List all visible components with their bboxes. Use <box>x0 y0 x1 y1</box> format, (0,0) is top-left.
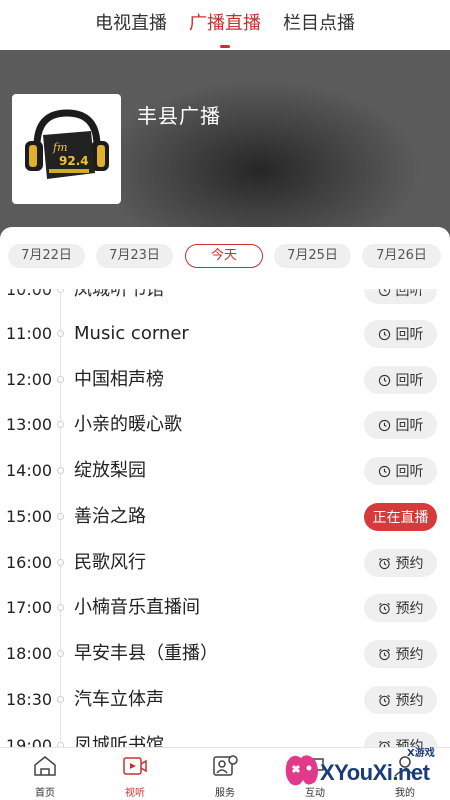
svg-text:92.4: 92.4 <box>59 154 89 168</box>
program-time: 11:00 <box>6 324 53 343</box>
replay-label: 回听 <box>395 327 424 343</box>
timeline-dot <box>57 421 64 428</box>
program-time: 13:00 <box>6 415 53 434</box>
reserve-button[interactable]: 预约 <box>364 549 437 577</box>
program-time: 14:00 <box>6 461 53 480</box>
replay-icon <box>378 465 390 477</box>
timeline-dot <box>57 559 64 566</box>
top-tab-bar: 电视直播 广播直播 栏目点播 <box>0 0 450 50</box>
timeline-dot <box>57 650 64 657</box>
reserve-button[interactable]: 预约 <box>364 640 437 668</box>
timeline-dot <box>57 513 64 520</box>
program-time: 18:00 <box>6 644 53 663</box>
nav-service[interactable]: 服务 <box>180 748 270 800</box>
timeline-dot <box>57 376 64 383</box>
replay-button[interactable]: 回听 <box>364 366 437 394</box>
reserve-label: 预约 <box>395 647 424 663</box>
reserve-label: 预约 <box>395 601 424 617</box>
program-time: 17:00 <box>6 598 53 617</box>
replay-label: 回听 <box>395 373 424 389</box>
service-icon <box>213 755 238 776</box>
date-chip[interactable]: 7月23日 <box>96 244 173 268</box>
alarm-clock-icon <box>378 602 390 614</box>
program-title[interactable]: 小亲的暖心歌 <box>74 402 182 448</box>
nav-service-label: 服务 <box>215 788 235 799</box>
replay-icon <box>378 328 390 340</box>
reserve-label: 预约 <box>395 693 424 709</box>
live-now-label: 正在直播 <box>372 510 429 526</box>
date-chip-today[interactable]: 今天 <box>185 244 263 268</box>
site-watermark: X游戏 XYouXi.net <box>275 740 450 800</box>
replay-icon <box>378 374 390 386</box>
schedule-row: 18:00 早安丰县（重播） 预约 <box>0 631 450 677</box>
schedule-row: 18:30 汽车立体声 预约 <box>0 677 450 723</box>
nav-video-label: 视听 <box>125 788 145 799</box>
reserve-label: 预约 <box>395 556 424 572</box>
date-selector: 7月22日 7月23日 今天 7月25日 7月26日 <box>0 240 450 274</box>
program-time: 15:00 <box>6 507 53 526</box>
alarm-clock-icon <box>378 557 390 569</box>
program-title[interactable]: 民歌风行 <box>74 540 146 586</box>
timeline-dot <box>57 330 64 337</box>
radio-headphone-logo-icon: fm 92.4 <box>24 109 109 179</box>
station-name: 丰县广播 <box>137 104 221 128</box>
date-chip[interactable]: 7月26日 <box>362 244 441 268</box>
tab-tv-live[interactable]: 电视直播 <box>93 0 169 50</box>
program-time: 18:30 <box>6 690 53 709</box>
schedule-row: 16:00 民歌风行 预约 <box>0 540 450 586</box>
timeline-dot <box>57 604 64 611</box>
reserve-button[interactable]: 预约 <box>364 594 437 622</box>
reserve-button[interactable]: 预约 <box>364 686 437 714</box>
replay-label: 回听 <box>395 418 424 434</box>
nav-home-label: 首页 <box>35 788 55 799</box>
list-top-fade <box>0 276 450 294</box>
tab-radio-live[interactable]: 广播直播 <box>187 0 263 50</box>
program-title[interactable]: 汽车立体声 <box>74 677 164 723</box>
replay-button[interactable]: 回听 <box>364 411 437 439</box>
schedule-row: 17:00 小楠音乐直播间 预约 <box>0 585 450 631</box>
video-icon <box>123 757 147 775</box>
alarm-clock-icon <box>378 648 390 660</box>
schedule-row: 14:00 绽放梨园 回听 <box>0 448 450 494</box>
replay-button[interactable]: 回听 <box>364 457 437 485</box>
program-title[interactable]: 凤城听书馆 <box>74 723 164 747</box>
date-chip[interactable]: 7月22日 <box>8 244 85 268</box>
program-title[interactable]: 绽放梨园 <box>74 448 146 494</box>
station-logo: fm 92.4 <box>12 94 121 204</box>
program-title[interactable]: 中国相声榜 <box>74 357 164 403</box>
nav-home[interactable]: 首页 <box>0 748 90 800</box>
tab-program-vod[interactable]: 栏目点播 <box>281 0 357 50</box>
program-schedule: 10:00 凤城听书馆 回听 11:00 Music corner 回听 12:… <box>0 289 450 747</box>
svg-text:fm: fm <box>52 141 68 154</box>
replay-button[interactable]: 回听 <box>364 320 437 348</box>
program-time: 12:00 <box>6 370 53 389</box>
watermark-text: XYouXi.net <box>320 760 430 785</box>
date-chip[interactable]: 7月25日 <box>274 244 351 268</box>
home-icon <box>34 756 56 776</box>
schedule-row: 11:00 Music corner 回听 <box>0 311 450 357</box>
schedule-row: 15:00 善治之路 正在直播 <box>0 494 450 540</box>
live-now-button[interactable]: 正在直播 <box>364 503 437 531</box>
timeline-dot <box>57 696 64 703</box>
program-title[interactable]: 小楠音乐直播间 <box>74 585 200 631</box>
watermark-tag: X游戏 <box>407 748 435 759</box>
program-title[interactable]: 早安丰县（重播） <box>74 631 218 677</box>
program-time: 19:00 <box>6 736 53 747</box>
schedule-row: 13:00 小亲的暖心歌 回听 <box>0 402 450 448</box>
gamepad-logo-icon <box>285 755 318 786</box>
replay-label: 回听 <box>395 464 424 480</box>
nav-video[interactable]: 视听 <box>90 748 180 800</box>
alarm-clock-icon <box>378 694 390 706</box>
program-title[interactable]: 善治之路 <box>74 494 146 540</box>
timeline-dot <box>57 467 64 474</box>
station-header: fm 92.4 丰县广播 <box>0 50 450 240</box>
program-title[interactable]: Music corner <box>74 311 189 357</box>
program-time: 16:00 <box>6 553 53 572</box>
schedule-row: 12:00 中国相声榜 回听 <box>0 357 450 403</box>
replay-icon <box>378 419 390 431</box>
